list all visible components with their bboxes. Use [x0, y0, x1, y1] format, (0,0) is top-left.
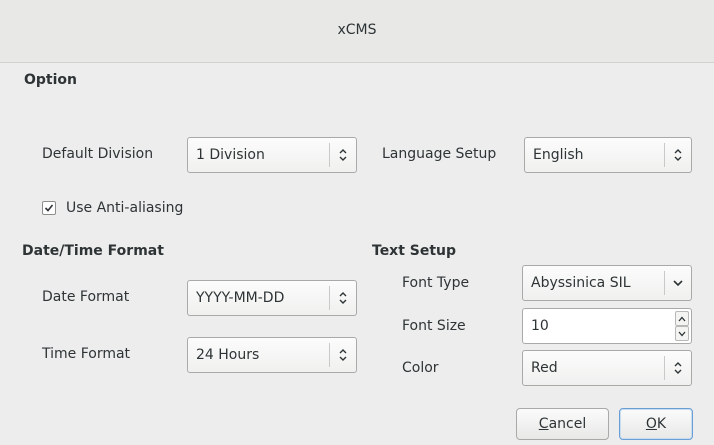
time-format-value: 24 Hours [196, 347, 260, 363]
updown-chevron-icon [665, 138, 691, 172]
window-title: xCMS [337, 22, 377, 38]
updown-chevron-icon [665, 351, 691, 385]
language-setup-label: Language Setup [382, 146, 497, 162]
anti-aliasing-checkbox[interactable] [42, 201, 56, 215]
ok-label: K [656, 416, 667, 432]
title-bar: xCMS [0, 0, 714, 63]
language-setup-combo[interactable]: English [524, 137, 692, 173]
updown-chevron-icon [330, 281, 356, 315]
font-size-spinbox[interactable]: 10 [522, 308, 692, 344]
font-size-label: Font Size [402, 318, 466, 334]
date-format-value: YYYY-MM-DD [196, 290, 285, 306]
checkmark-icon [44, 204, 54, 212]
updown-chevron-icon [330, 138, 356, 172]
cancel-label: ancel [548, 416, 587, 432]
font-type-label: Font Type [402, 275, 470, 291]
option-heading: Option [24, 72, 77, 88]
text-setup-heading: Text Setup [372, 243, 457, 259]
language-setup-value: English [533, 147, 584, 163]
updown-chevron-icon [330, 338, 356, 372]
default-division-combo[interactable]: 1 Division [187, 137, 357, 173]
cancel-mnemonic: C [538, 416, 549, 432]
default-division-value: 1 Division [196, 147, 265, 163]
spin-up-icon[interactable] [675, 311, 689, 326]
time-format-combo[interactable]: 24 Hours [187, 337, 357, 373]
color-combo[interactable]: Red [522, 350, 692, 386]
anti-aliasing-label[interactable]: Use Anti-aliasing [66, 200, 183, 216]
chevron-down-icon [665, 266, 691, 300]
default-division-label: Default Division [42, 146, 154, 162]
font-type-value: Abyssinica SIL [531, 275, 631, 291]
font-type-dropdown[interactable]: Abyssinica SIL [522, 265, 692, 301]
spin-down-icon[interactable] [675, 326, 689, 341]
date-format-combo[interactable]: YYYY-MM-DD [187, 280, 357, 316]
cancel-button[interactable]: Cancel [516, 408, 609, 440]
color-label: Color [402, 360, 439, 376]
font-size-value: 10 [531, 318, 549, 334]
time-format-label: Time Format [42, 346, 131, 362]
date-format-label: Date Format [42, 289, 130, 305]
ok-mnemonic: O [645, 416, 657, 432]
color-value: Red [531, 360, 558, 376]
datetime-heading: Date/Time Format [22, 243, 164, 259]
ok-button[interactable]: OK [619, 408, 693, 440]
